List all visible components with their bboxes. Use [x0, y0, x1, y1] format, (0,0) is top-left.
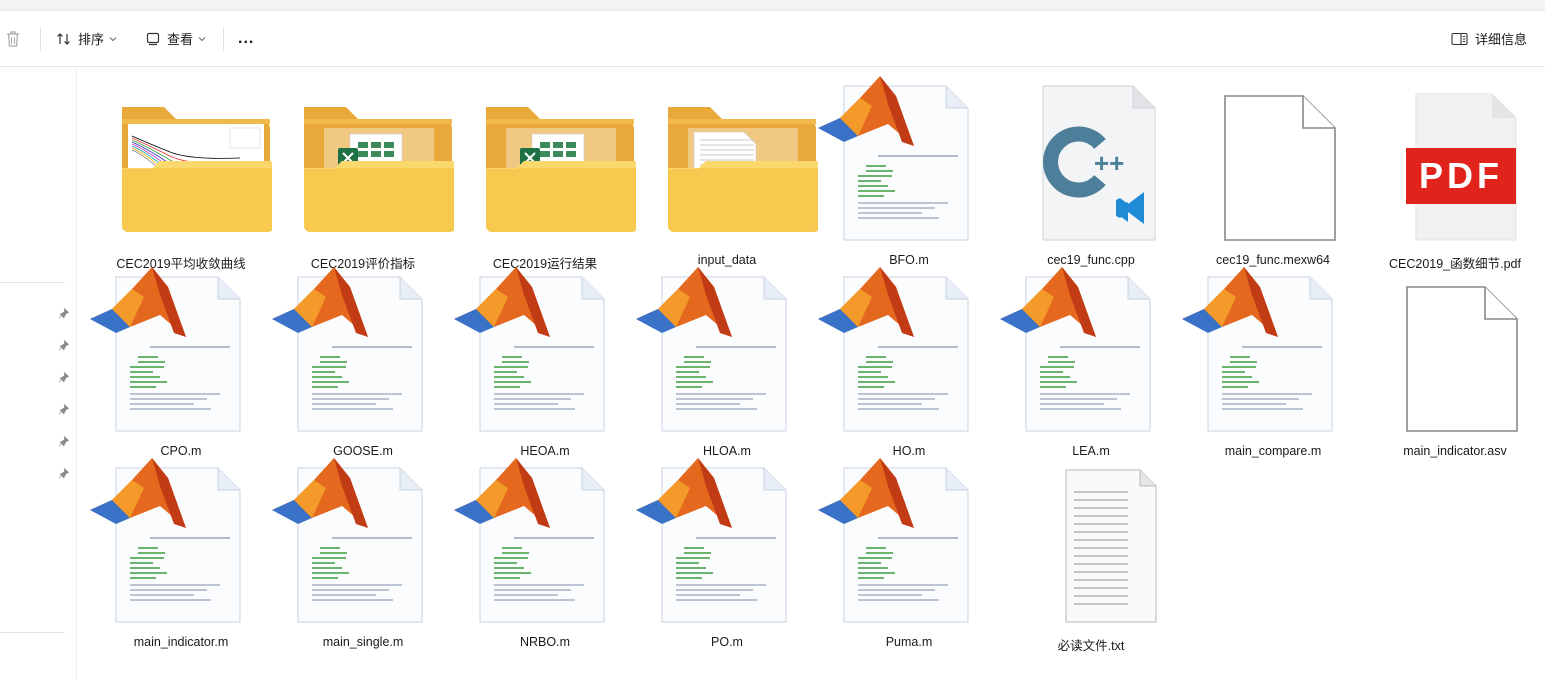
- file-item[interactable]: input_data: [636, 76, 820, 267]
- file-item[interactable]: main_indicator.asv: [1364, 267, 1545, 458]
- file-name-label: cec19_func.mexw64: [1216, 253, 1330, 267]
- command-bar: 排序 查看 ... 详细信息: [0, 11, 1545, 67]
- pdf-file-icon: PDF: [1364, 76, 1545, 251]
- file-item[interactable]: main_compare.m: [1182, 267, 1364, 458]
- file-item[interactable]: PO.m: [636, 458, 818, 649]
- file-item[interactable]: CPO.m: [90, 267, 272, 458]
- file-name-label: input_data: [697, 253, 757, 267]
- matlab-file-icon: [90, 458, 272, 633]
- trash-icon: [7, 30, 19, 47]
- matlab-file-icon: [818, 267, 1000, 442]
- chevron-down-icon: [109, 36, 117, 41]
- window-top-strip: [0, 0, 1545, 11]
- nav-divider: [0, 632, 65, 633]
- file-item[interactable]: cec19_func.mexw64: [1182, 76, 1364, 267]
- file-item[interactable]: CEC2019评价指标: [272, 76, 456, 271]
- file-grid: CEC2019平均收敛曲线 CEC2019评价指标 CEC2019运行结果 in…: [76, 67, 1545, 679]
- file-name-label: GOOSE.m: [333, 444, 393, 458]
- details-button[interactable]: 详细信息: [1451, 11, 1527, 66]
- cpp-file-icon: ++: [1000, 76, 1182, 251]
- generic-file-icon: [1364, 267, 1545, 442]
- file-name-label: main_indicator.m: [133, 635, 229, 649]
- navigation-pane: [0, 67, 77, 679]
- text-file-icon: [1000, 458, 1182, 633]
- file-name-label: HLOA.m: [703, 444, 751, 458]
- file-item[interactable]: HO.m: [818, 267, 1000, 458]
- file-name-label: 必读文件.txt: [1057, 639, 1125, 653]
- view-icon: [146, 32, 160, 45]
- file-name-label: cec19_func.cpp: [1047, 253, 1135, 267]
- pin-icon[interactable]: [58, 435, 70, 447]
- sort-button[interactable]: 排序: [56, 11, 117, 66]
- file-item[interactable]: Puma.m: [818, 458, 1000, 649]
- file-name-label: HEOA.m: [520, 444, 570, 458]
- pin-icon[interactable]: [58, 467, 70, 479]
- file-item[interactable]: CEC2019平均收敛曲线: [90, 76, 274, 271]
- file-name-label: BFO.m: [889, 253, 929, 267]
- sort-label: 排序: [78, 32, 105, 47]
- matlab-file-icon: [454, 458, 636, 633]
- more-options-button[interactable]: ...: [238, 11, 254, 66]
- toolbar-separator: [223, 27, 224, 51]
- file-item[interactable]: CEC2019运行结果: [454, 76, 638, 271]
- pin-icon[interactable]: [58, 339, 70, 351]
- file-item[interactable]: 必读文件.txt: [1000, 458, 1182, 653]
- pdf-badge: PDF: [1419, 155, 1503, 196]
- file-name-label: NRBO.m: [520, 635, 570, 649]
- nav-divider: [0, 282, 65, 283]
- view-label: 查看: [167, 32, 194, 47]
- file-name-label: main_compare.m: [1224, 444, 1322, 458]
- matlab-file-icon: [818, 458, 1000, 633]
- matlab-file-icon: [1000, 267, 1182, 442]
- matlab-file-icon: [636, 267, 818, 442]
- matlab-file-icon: [818, 76, 1000, 251]
- pin-icon[interactable]: [58, 307, 70, 319]
- file-name-label: HO.m: [892, 444, 926, 458]
- file-item[interactable]: LEA.m: [1000, 267, 1182, 458]
- folder-icon: [90, 76, 274, 251]
- sort-icon: [57, 32, 70, 45]
- matlab-file-icon: [272, 458, 454, 633]
- file-name-label: main_indicator.asv: [1403, 444, 1507, 458]
- matlab-file-icon: [272, 267, 454, 442]
- folder-icon: [636, 76, 820, 251]
- file-item[interactable]: BFO.m: [818, 76, 1000, 267]
- file-name-label: PO.m: [711, 635, 743, 649]
- more-label: ...: [238, 29, 255, 47]
- file-item[interactable]: ++ cec19_func.cpp: [1000, 76, 1182, 267]
- details-label: 详细信息: [1474, 32, 1527, 47]
- file-item[interactable]: GOOSE.m: [272, 267, 454, 458]
- matlab-file-icon: [90, 267, 272, 442]
- file-item[interactable]: main_single.m: [272, 458, 454, 649]
- svg-text:++: ++: [1094, 148, 1124, 178]
- file-name-label: main_single.m: [322, 635, 404, 649]
- file-item[interactable]: main_indicator.m: [90, 458, 272, 649]
- file-item[interactable]: HLOA.m: [636, 267, 818, 458]
- chevron-down-icon: [198, 36, 206, 41]
- matlab-file-icon: [636, 458, 818, 633]
- file-item[interactable]: NRBO.m: [454, 458, 636, 649]
- file-item[interactable]: HEOA.m: [454, 267, 636, 458]
- file-name-label: LEA.m: [1072, 444, 1110, 458]
- file-name-label: CPO.m: [160, 444, 202, 458]
- generic-file-icon: [1182, 76, 1364, 251]
- folder-icon: [454, 76, 638, 251]
- matlab-file-icon: [1182, 267, 1364, 442]
- file-item[interactable]: PDF CEC2019_函数细节.pdf: [1364, 76, 1545, 271]
- details-pane-icon: [1451, 32, 1468, 45]
- pin-icon[interactable]: [58, 371, 70, 383]
- matlab-file-icon: [454, 267, 636, 442]
- view-button[interactable]: 查看: [146, 11, 206, 66]
- folder-icon: [272, 76, 456, 251]
- delete-button[interactable]: [5, 11, 21, 66]
- file-name-label: Puma.m: [885, 635, 933, 649]
- toolbar-separator: [40, 27, 41, 51]
- pin-icon[interactable]: [58, 403, 70, 415]
